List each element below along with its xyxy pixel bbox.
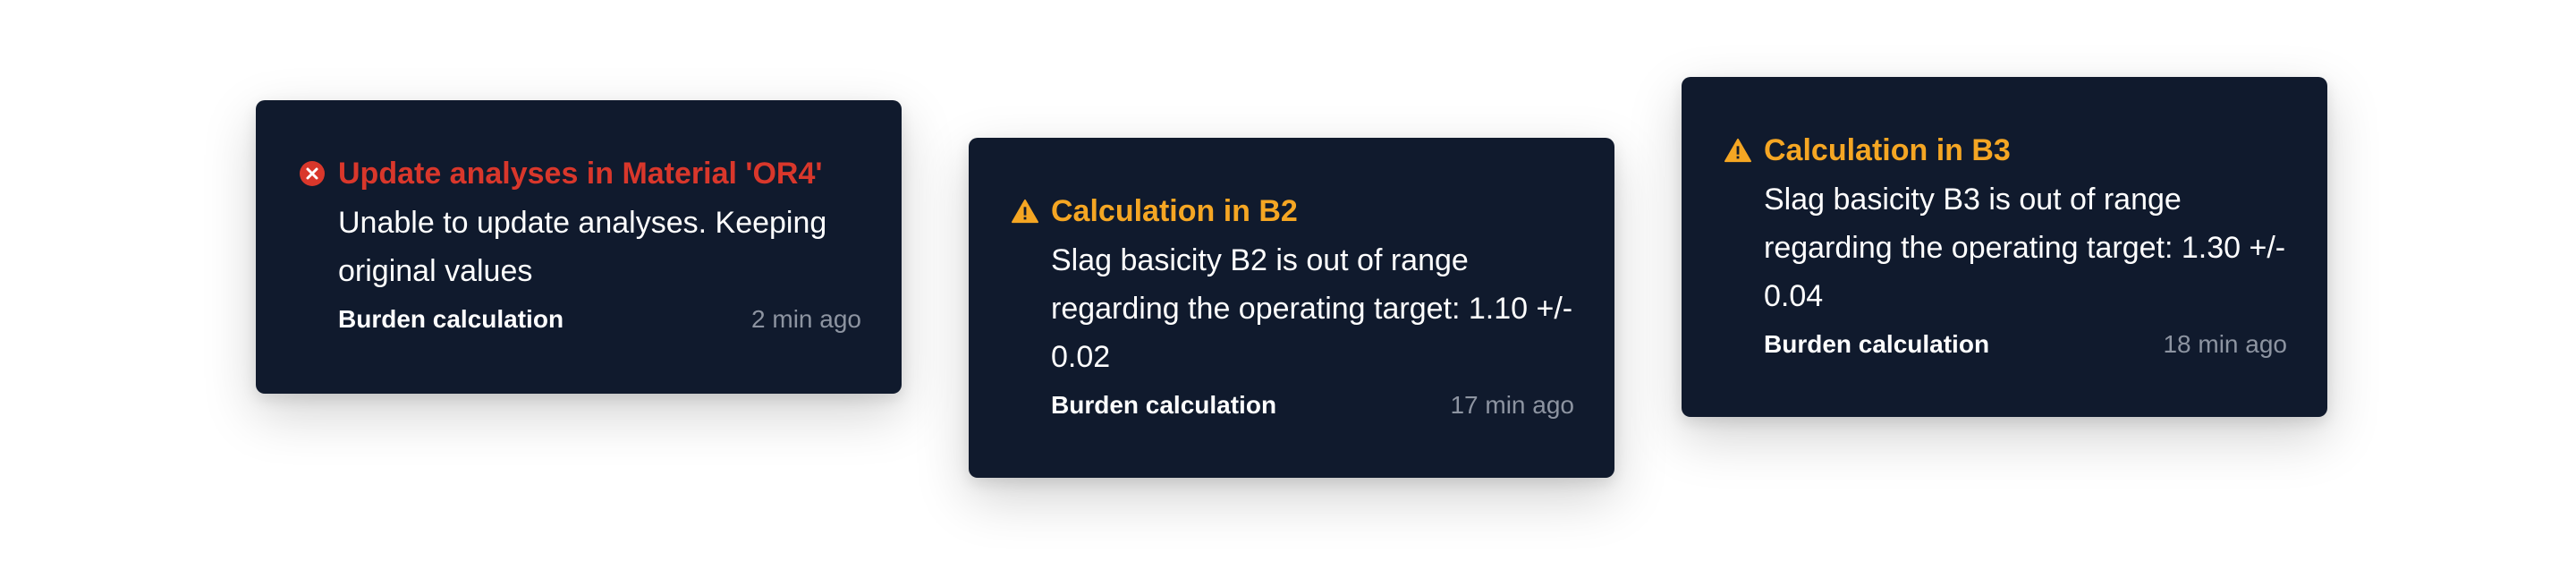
notification-timestamp: 17 min ago [1450,391,1574,419]
notification-header: Update analyses in Material 'OR4' [299,156,822,191]
notification-timestamp: 2 min ago [751,305,861,333]
notification-title: Calculation in B3 [1764,133,2011,167]
notification-message: Slag basicity B2 is out of range regardi… [1051,243,1573,374]
notification-source: Burden calculation [338,305,564,333]
notification-toast-error[interactable]: Update analyses in Material 'OR4' Unable… [256,100,902,394]
notification-title: Update analyses in Material 'OR4' [338,157,823,191]
notification-header: Calculation in B3 [1724,132,2011,168]
notification-timestamp: 18 min ago [2163,330,2287,358]
notification-footer: Burden calculation 2 min ago [338,304,861,335]
notification-title: Calculation in B2 [1051,194,1298,228]
notification-header: Calculation in B2 [1012,193,1298,229]
notification-source: Burden calculation [1051,391,1277,419]
notification-toast-warning-b2[interactable]: Calculation in B2 Slag basicity B2 is ou… [969,138,1614,478]
warning-triangle-icon [1012,198,1038,225]
notification-toast-warning-b3[interactable]: Calculation in B3 Slag basicity B3 is ou… [1682,77,2327,417]
notification-source: Burden calculation [1764,330,1990,358]
warning-triangle-icon [1724,137,1751,164]
notification-footer: Burden calculation 17 min ago [1051,390,1574,421]
error-circle-x-icon [299,160,326,187]
notification-canvas: Update analyses in Material 'OR4' Unable… [0,0,2576,561]
notification-message: Slag basicity B3 is out of range regardi… [1764,183,2286,313]
notification-footer: Burden calculation 18 min ago [1764,329,2287,360]
notification-message: Unable to update analyses. Keeping origi… [338,206,827,288]
